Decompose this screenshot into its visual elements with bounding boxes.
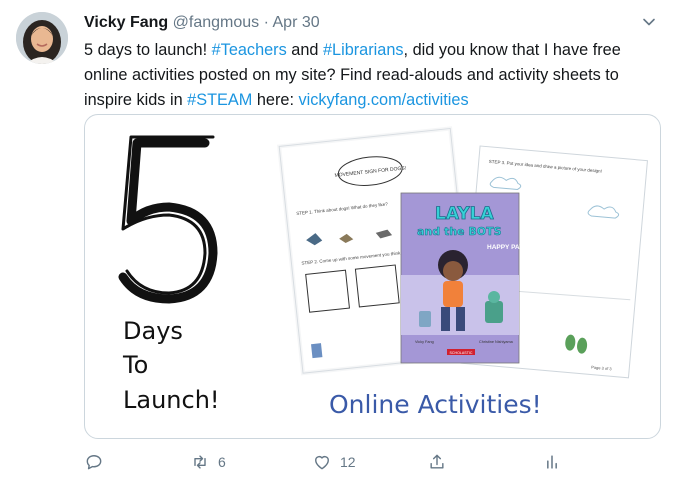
days-text-1: Days xyxy=(123,317,183,345)
book-subtitle: HAPPY PAWS xyxy=(487,244,530,251)
retweet-count: 6 xyxy=(218,454,226,470)
tweet-text-segment: and xyxy=(286,41,323,59)
author-avatar[interactable] xyxy=(16,12,68,64)
hashtag-link[interactable]: #STEAM xyxy=(187,91,252,109)
url-link[interactable]: vickyfang.com/activities xyxy=(299,91,469,109)
book-author: Vicky Fang xyxy=(415,340,434,344)
tweet-header: Vicky Fang @fangmous · Apr 30 xyxy=(84,12,659,34)
tweet-text-segment: 5 days to launch! xyxy=(84,41,212,59)
author-name[interactable]: Vicky Fang xyxy=(84,14,168,31)
book-cover: LAYLA and the BOTS HAPPY PAWS Vicky Fang… xyxy=(400,192,530,364)
share-icon xyxy=(430,454,444,469)
share-button[interactable] xyxy=(427,448,455,476)
tweet-menu-caret[interactable] xyxy=(641,14,657,30)
hashtag-link[interactable]: #Teachers xyxy=(212,41,287,59)
hashtag-link[interactable]: #Librarians xyxy=(323,41,404,59)
separator-dot: · xyxy=(263,14,269,31)
tweet-text-segment: here: xyxy=(252,91,299,109)
tweet-media-image[interactable]: 5 Days To Launch! MOVEMENT SIGN FOR DOGS… xyxy=(84,114,661,439)
heart-icon xyxy=(315,455,329,470)
promo-graphic: 5 Days To Launch! MOVEMENT SIGN FOR DOGS… xyxy=(118,126,648,419)
avatar-photo xyxy=(16,12,68,64)
online-activities-caption: Online Activities! xyxy=(329,390,542,419)
like-button[interactable]: 12 xyxy=(312,448,356,476)
author-handle[interactable]: @fangmous xyxy=(173,14,260,31)
tweet-text: 5 days to launch! #Teachers and #Librari… xyxy=(84,38,654,113)
retweet-button[interactable]: 6 xyxy=(190,448,226,476)
like-count: 12 xyxy=(340,454,356,470)
days-text-3: Launch! xyxy=(123,386,220,414)
analytics-icon xyxy=(547,455,557,469)
tweet-date[interactable]: Apr 30 xyxy=(273,14,320,31)
reply-button[interactable] xyxy=(84,448,112,476)
tweet-action-bar: 6 12 xyxy=(84,448,659,476)
days-text-2: To xyxy=(122,351,148,379)
analytics-button[interactable] xyxy=(542,448,570,476)
reply-icon xyxy=(86,455,102,470)
retweet-icon xyxy=(194,455,206,469)
book-title-1: LAYLA xyxy=(435,204,495,224)
chevron-down-icon xyxy=(643,18,655,26)
book-illustrator: Christine Nishiyama xyxy=(479,340,514,344)
book-publisher: SCHOLASTIC xyxy=(450,351,473,355)
book-title-2: and the BOTS xyxy=(417,225,502,238)
